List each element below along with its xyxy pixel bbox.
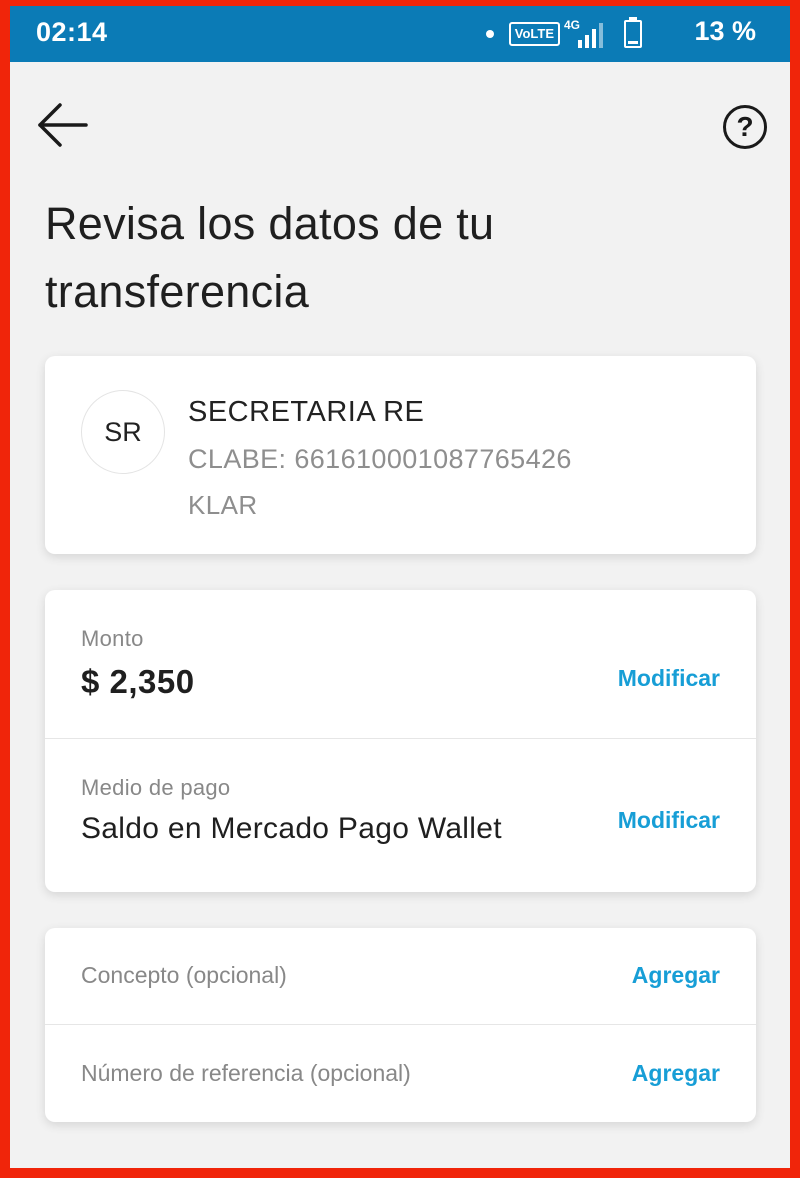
battery-percent: 13 %	[694, 16, 756, 46]
network-type: 4G	[564, 18, 581, 32]
arrow-left-icon	[38, 103, 88, 147]
reference-row[interactable]: Número de referencia (opcional) Agregar	[45, 1025, 756, 1122]
battery-icon	[624, 17, 642, 48]
payment-card: Monto $ 2,350 Modificar Medio de pago Sa…	[45, 590, 756, 892]
back-button[interactable]	[36, 100, 92, 150]
status-time: 02:14	[36, 17, 108, 47]
recipient-name: SECRETARIA RE	[188, 396, 425, 428]
avatar: SR	[81, 390, 165, 474]
add-reference-button[interactable]: Agregar	[632, 1060, 720, 1087]
modify-amount-button[interactable]: Modificar	[618, 665, 720, 692]
status-bar: 02:14 VoLTE 4G 13 %	[10, 6, 790, 62]
signal-icon: 4G	[564, 18, 604, 48]
optional-details-card: Concepto (opcional) Agregar Número de re…	[45, 928, 756, 1122]
notification-dot-icon	[486, 30, 494, 38]
concept-row[interactable]: Concepto (opcional) Agregar	[45, 928, 756, 1024]
recipient-bank: KLAR	[188, 490, 258, 520]
concept-label: Concepto (opcional)	[81, 962, 287, 988]
amount-row: Monto $ 2,350 Modificar	[45, 590, 756, 738]
payment-method-label: Medio de pago	[81, 775, 231, 800]
recipient-clabe: CLABE: 661610001087765426	[188, 444, 572, 474]
payment-method-value: Saldo en Mercado Pago Wallet	[81, 812, 502, 845]
volte-icon: VoLTE	[508, 22, 560, 46]
help-button[interactable]: ?	[723, 105, 767, 149]
screenshot-frame: 02:14 VoLTE 4G 13 % ? Revisa los datos d…	[0, 0, 800, 1178]
status-icons: VoLTE 4G 13 %	[456, 16, 756, 52]
recipient-card: SR SECRETARIA RE CLABE: 6616100010877654…	[45, 356, 756, 554]
modify-payment-method-button[interactable]: Modificar	[618, 807, 720, 834]
amount-value: $ 2,350	[81, 663, 195, 700]
amount-label: Monto	[81, 626, 144, 651]
reference-label: Número de referencia (opcional)	[81, 1060, 411, 1086]
payment-method-row: Medio de pago Saldo en Mercado Pago Wall…	[45, 739, 756, 892]
add-concept-button[interactable]: Agregar	[632, 962, 720, 989]
page-title: Revisa los datos de tu transferencia	[45, 198, 495, 317]
question-circle-icon: ?	[736, 111, 754, 142]
